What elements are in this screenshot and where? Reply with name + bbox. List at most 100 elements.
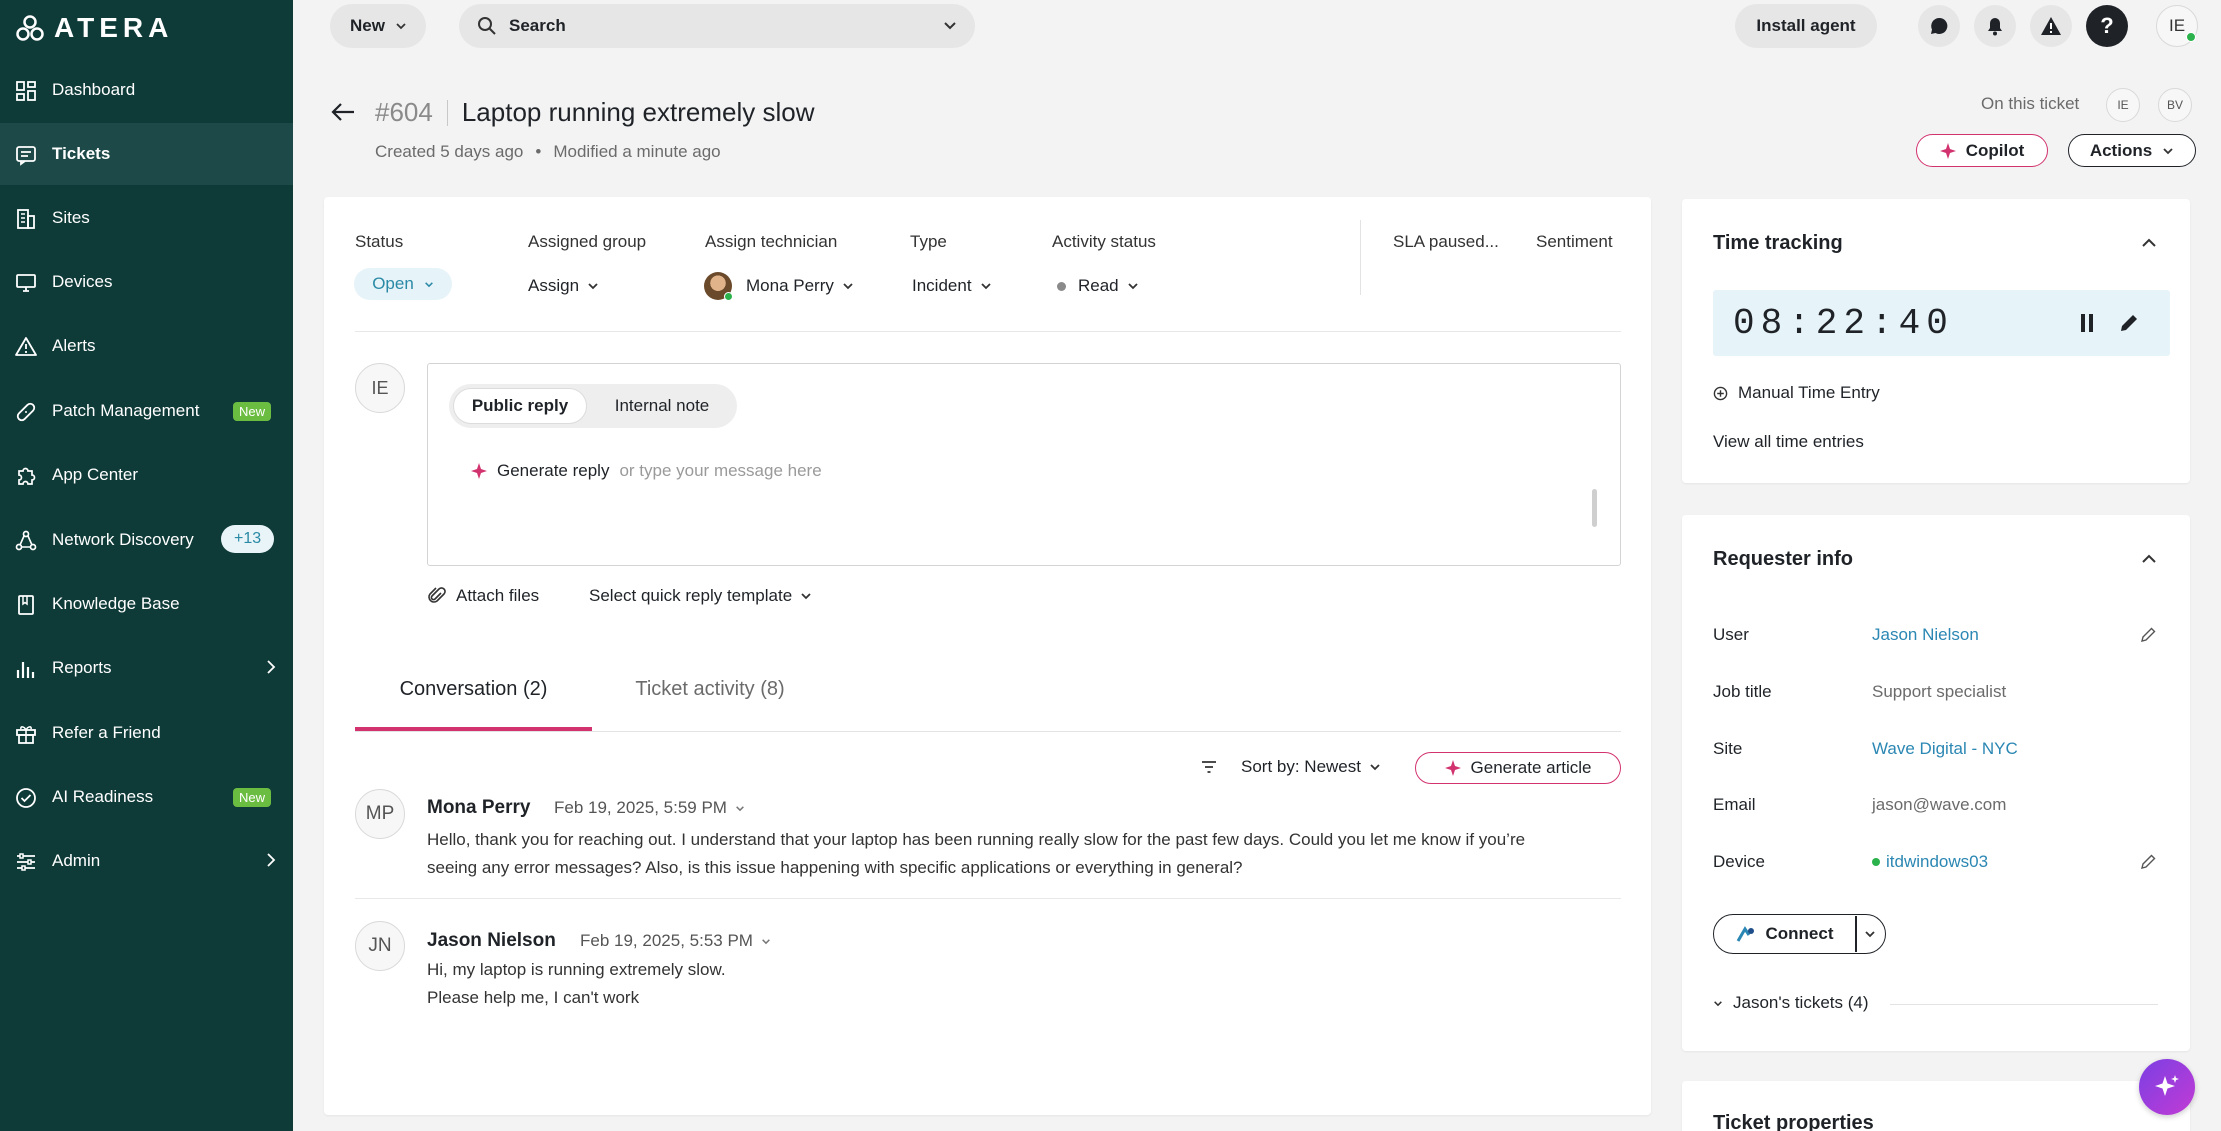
count-badge: +13: [221, 525, 275, 553]
chevron-right-icon: [267, 660, 276, 674]
message-line: Please help me, I can't work: [427, 988, 640, 1007]
tab-internal-note[interactable]: Internal note: [598, 388, 726, 424]
technician-avatar: [704, 272, 733, 301]
back-arrow-icon[interactable]: [330, 100, 356, 124]
actions-button[interactable]: Actions: [2068, 134, 2196, 167]
ai-assistant-button[interactable]: [2139, 1059, 2195, 1115]
view-all-time-entries-link[interactable]: View all time entries: [1713, 432, 1864, 452]
chat-button[interactable]: [1918, 5, 1960, 47]
sidebar-item-tickets[interactable]: Tickets: [0, 123, 293, 185]
chevron-down-icon: [1370, 764, 1380, 771]
building-icon: [17, 209, 35, 229]
reply-placeholder: or type your message here: [619, 461, 822, 480]
chevron-right-icon: [267, 853, 276, 867]
sidebar-item-sites[interactable]: Sites: [0, 187, 293, 249]
pause-icon[interactable]: [2079, 313, 2095, 333]
alert-triangle-icon: [15, 337, 37, 356]
chevron-down-icon: [736, 805, 744, 811]
site-link[interactable]: Wave Digital - NYC: [1872, 739, 2018, 759]
bar-chart-icon: [16, 662, 35, 678]
install-agent-label: Install agent: [1756, 16, 1856, 35]
manual-time-entry-button[interactable]: Manual Time Entry: [1713, 383, 1880, 403]
puzzle-icon: [18, 467, 36, 485]
sidebar-item-label: Refer a Friend: [52, 723, 161, 742]
message-line: seeing any error messages? Also, is this…: [427, 858, 1243, 877]
chevron-up-icon[interactable]: [2141, 554, 2157, 564]
sidebar-item-dashboard[interactable]: Dashboard: [0, 59, 293, 121]
title-divider: [446, 99, 448, 126]
assigned-group-dropdown[interactable]: Assign: [528, 276, 599, 296]
help-button[interactable]: ?: [2086, 5, 2128, 47]
requester-info-card: [1682, 515, 2190, 1051]
type-dropdown[interactable]: Incident: [912, 276, 992, 296]
sort-dropdown[interactable]: Sort by: Newest: [1241, 757, 1381, 777]
viewer-avatar[interactable]: IE: [2106, 88, 2140, 122]
assign-technician-dropdown[interactable]: Mona Perry: [704, 272, 854, 301]
sidebar-item-patch-management[interactable]: Patch Management New: [0, 380, 293, 442]
notifications-button[interactable]: [1974, 5, 2016, 47]
message-author-name: Mona Perry: [427, 797, 531, 818]
sidebar-item-admin[interactable]: Admin: [0, 830, 293, 892]
generate-article-button[interactable]: Generate article: [1415, 752, 1621, 784]
editor-scrollbar[interactable]: [1592, 489, 1597, 527]
requester-tickets-toggle[interactable]: Jason's tickets (4): [1713, 993, 1869, 1013]
bell-icon: [1988, 18, 2002, 36]
site-label: Site: [1713, 739, 1743, 758]
sidebar-item-ai-readiness[interactable]: AI Readiness New: [0, 766, 293, 828]
pencil-icon[interactable]: [2140, 627, 2156, 643]
filter-icon[interactable]: [1201, 760, 1217, 774]
generate-reply-button[interactable]: Generate reply: [497, 461, 609, 481]
copilot-button[interactable]: Copilot: [1916, 134, 2048, 167]
sidebar-item-devices[interactable]: Devices: [0, 251, 293, 313]
search-bar[interactable]: Search: [459, 4, 975, 48]
user-avatar[interactable]: IE: [2156, 5, 2198, 47]
chevron-down-icon[interactable]: [1864, 930, 1876, 938]
status-dropdown[interactable]: Open: [354, 268, 452, 300]
sidebar-item-label: Admin: [52, 851, 101, 870]
sidebar-item-reports[interactable]: Reports: [0, 637, 293, 699]
sparkle-icon: [2155, 1075, 2179, 1096]
alerts-button[interactable]: [2030, 5, 2072, 47]
email-label: Email: [1713, 795, 1756, 814]
new-button-label: New: [350, 16, 385, 35]
connect-button[interactable]: Connect: [1715, 916, 1854, 952]
user-initials: IE: [2168, 16, 2186, 35]
install-agent-button[interactable]: Install agent: [1735, 4, 1877, 48]
sidebar-item-refer-a-friend[interactable]: Refer a Friend: [0, 702, 293, 764]
quick-reply-template-dropdown[interactable]: Select quick reply template: [589, 586, 812, 606]
new-button[interactable]: New: [330, 4, 426, 48]
status-label: Status: [355, 232, 404, 251]
message-date-dropdown[interactable]: Feb 19, 2025, 5:53 PM: [580, 931, 771, 951]
sidebar-item-network-discovery[interactable]: Network Discovery +13: [0, 509, 293, 571]
attach-files-button[interactable]: Attach files: [428, 586, 539, 606]
tab-public-reply[interactable]: Public reply: [453, 388, 587, 424]
user-link[interactable]: Jason Nielson: [1872, 625, 1979, 645]
sidebar-item-app-center[interactable]: App Center: [0, 444, 293, 506]
tab-conversation[interactable]: Conversation (2): [355, 678, 592, 730]
chevron-up-icon[interactable]: [2141, 238, 2157, 248]
reply-author-avatar: IE: [355, 363, 405, 413]
message-date-dropdown[interactable]: Feb 19, 2025, 5:59 PM: [554, 798, 745, 818]
reply-author-initials: IE: [371, 377, 389, 398]
device-label: Device: [1713, 852, 1765, 871]
device-link[interactable]: itdwindows03: [1872, 852, 1988, 872]
ticket-properties-title: Ticket properties: [1713, 1112, 1874, 1131]
pencil-icon[interactable]: [2140, 854, 2156, 870]
sidebar-item-alerts[interactable]: Alerts: [0, 315, 293, 377]
atera-logo[interactable]: ATERA: [16, 12, 173, 44]
tab-ticket-activity[interactable]: Ticket activity (8): [610, 678, 810, 730]
sidebar-item-label: Sites: [52, 208, 90, 227]
online-status-dot: [724, 292, 733, 301]
chevron-down-icon: [2163, 147, 2173, 154]
status-value: Open: [372, 274, 414, 293]
online-status-dot: [1872, 858, 1880, 866]
activity-status-dropdown[interactable]: Read: [1057, 276, 1139, 296]
pencil-icon[interactable]: [2119, 313, 2139, 333]
sliders-icon: [17, 853, 35, 871]
viewer-avatar[interactable]: BV: [2158, 88, 2192, 122]
sidebar-item-knowledge-base[interactable]: Knowledge Base: [0, 573, 293, 635]
divider: [1890, 1004, 2158, 1005]
chevron-down-icon: [843, 283, 853, 290]
search-icon: [478, 17, 496, 35]
logo-text: ATERA: [54, 12, 174, 43]
